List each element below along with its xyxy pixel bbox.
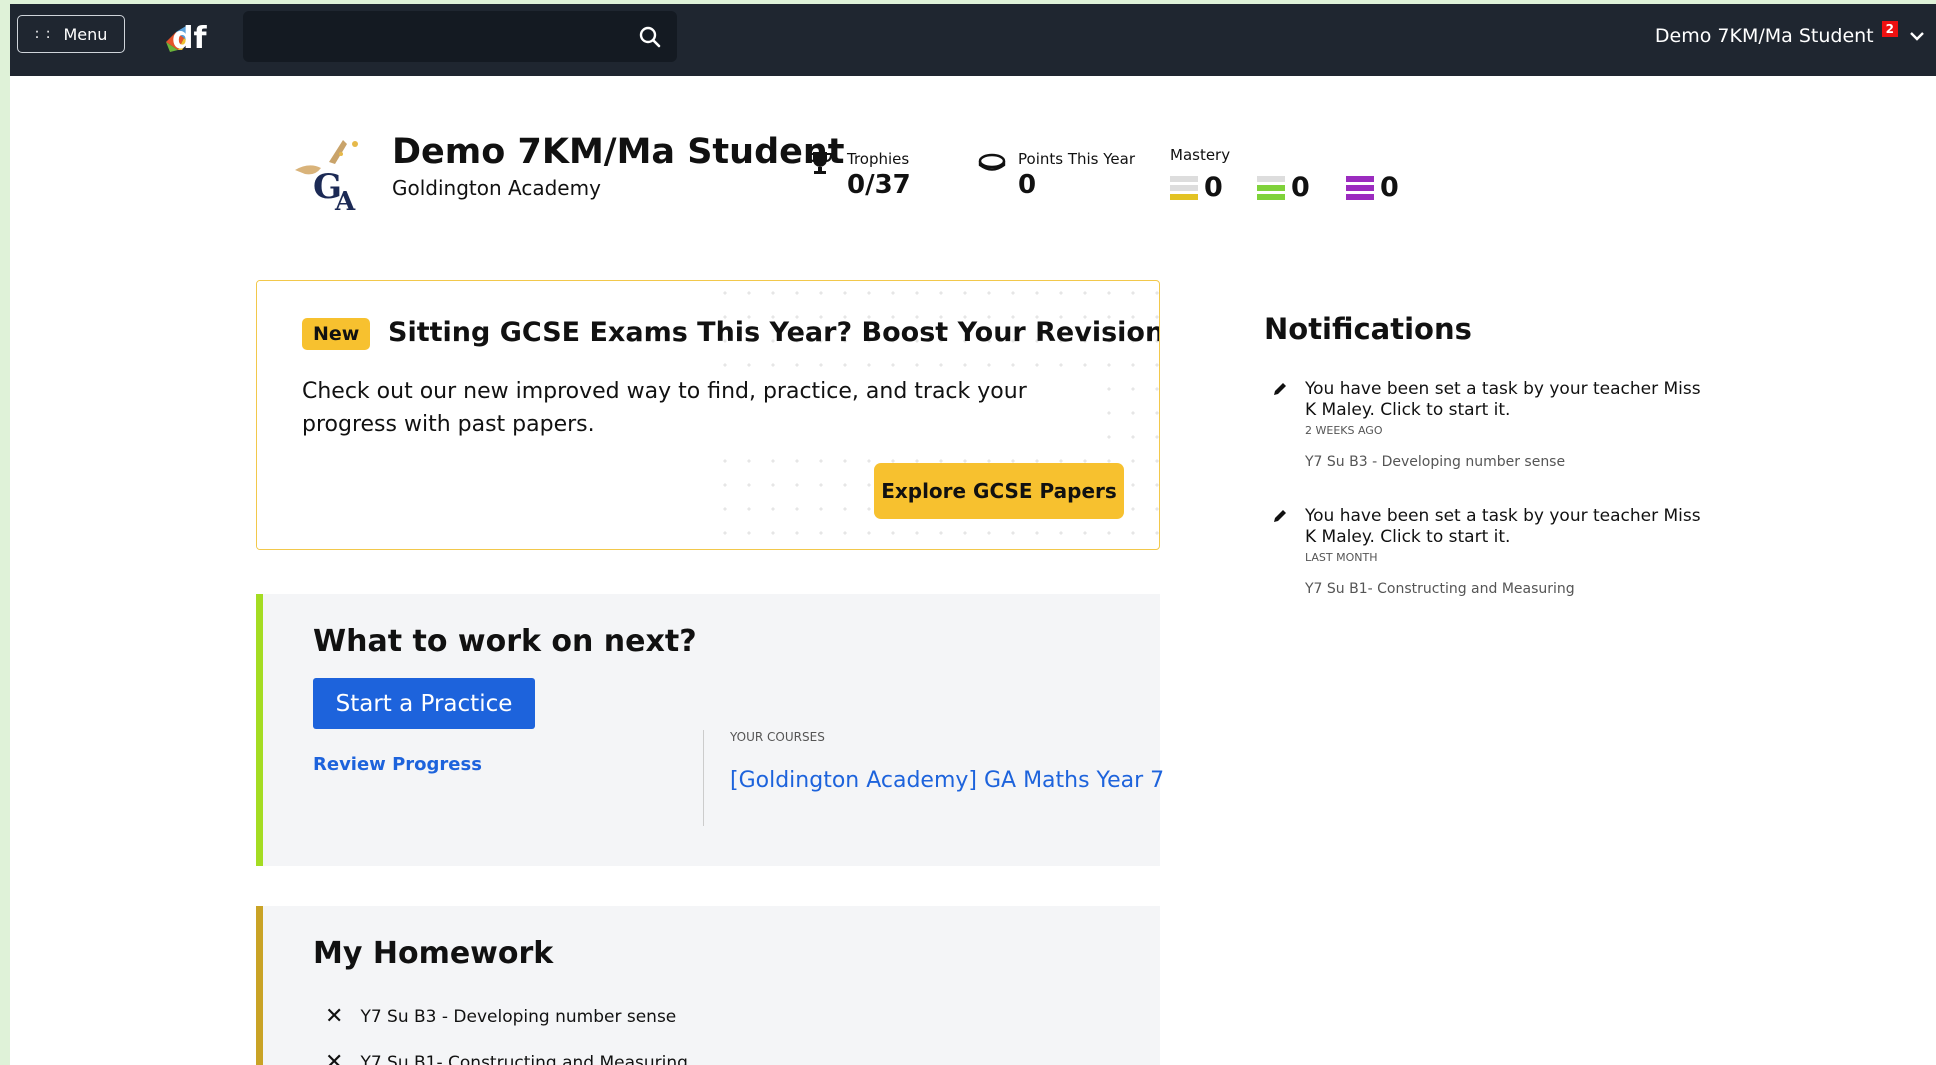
- svg-text:A: A: [334, 187, 356, 217]
- mastery-level-2: 0: [1257, 172, 1310, 203]
- new-badge: New: [302, 318, 371, 350]
- df-logo[interactable]: df: [162, 16, 214, 56]
- cross-icon: ✕: [325, 1004, 344, 1029]
- divider: [703, 730, 704, 826]
- trophies-label: Trophies: [847, 150, 910, 168]
- homework-card: My Homework ✕ Y7 Su B3 - Developing numb…: [256, 906, 1160, 1065]
- notification-task[interactable]: Y7 Su B3 - Developing number sense: [1305, 454, 1565, 470]
- course-link[interactable]: [Goldington Academy] GA Maths Year 7: [730, 768, 1164, 793]
- points-label: Points This Year: [1018, 150, 1136, 168]
- notification-text[interactable]: You have been set a task by your teacher…: [1305, 506, 1715, 548]
- gcse-promo-card: New Sitting GCSE Exams This Year? Boost …: [256, 280, 1160, 550]
- mastery-level-3: 0: [1346, 172, 1399, 203]
- mastery-level-1-value: 0: [1204, 172, 1223, 203]
- mastery-bar-icon: [1170, 175, 1198, 200]
- notification-text[interactable]: You have been set a task by your teacher…: [1305, 379, 1715, 421]
- promo-title: Sitting GCSE Exams This Year? Boost Your…: [388, 317, 1160, 348]
- your-courses-label: YOUR COURSES: [730, 730, 825, 744]
- svg-text:df: df: [172, 21, 207, 56]
- menu-dots-icon: : :: [34, 26, 52, 42]
- promo-text: Check out our new improved way to find, …: [302, 375, 1102, 441]
- search-icon[interactable]: [639, 26, 661, 48]
- points-value: 0: [1018, 170, 1037, 200]
- mastery-bar-icon: [1346, 175, 1374, 200]
- coin-icon: [978, 153, 1006, 171]
- student-name: Demo 7KM/Ma Student: [392, 132, 845, 172]
- app-window: : : Menu df Demo 7KM/Ma Student 2 G A De…: [10, 4, 1936, 1065]
- homework-title: My Homework: [313, 936, 554, 971]
- search-bar[interactable]: [243, 11, 677, 62]
- menu-label: Menu: [63, 24, 108, 44]
- notification-time: LAST MONTH: [1305, 551, 1378, 564]
- explore-gcse-papers-button[interactable]: Explore GCSE Papers: [874, 463, 1124, 519]
- mastery-label: Mastery: [1170, 146, 1231, 164]
- menu-button[interactable]: : : Menu: [17, 15, 125, 53]
- pencil-icon: [1274, 383, 1286, 395]
- start-practice-button[interactable]: Start a Practice: [313, 678, 535, 729]
- school-name: Goldington Academy: [392, 176, 601, 200]
- mastery-level-3-value: 0: [1380, 172, 1399, 203]
- user-name: Demo 7KM/Ma Student: [1654, 25, 1874, 47]
- work-next-card: What to work on next? Start a Practice R…: [256, 594, 1164, 866]
- cross-icon: ✕: [325, 1050, 344, 1065]
- homework-item[interactable]: ✕ Y7 Su B1- Constructing and Measuring: [325, 1050, 688, 1065]
- notification-task[interactable]: Y7 Su B1- Constructing and Measuring: [1305, 581, 1575, 597]
- pencil-icon: [1274, 510, 1286, 522]
- review-progress-link[interactable]: Review Progress: [313, 754, 482, 775]
- notifications-title: Notifications: [1264, 312, 1472, 346]
- mastery-level-2-value: 0: [1291, 172, 1310, 203]
- notification-time: 2 WEEKS AGO: [1305, 424, 1383, 437]
- homework-item[interactable]: ✕ Y7 Su B3 - Developing number sense: [325, 1004, 676, 1029]
- user-menu[interactable]: Demo 7KM/Ma Student 2: [1655, 16, 1924, 56]
- chevron-down-icon: [1910, 32, 1924, 41]
- top-bar: : : Menu df Demo 7KM/Ma Student 2: [10, 4, 1936, 76]
- homework-item-label: Y7 Su B3 - Developing number sense: [360, 1006, 677, 1027]
- mastery-bar-icon: [1257, 175, 1285, 200]
- mastery-level-1: 0: [1170, 172, 1223, 203]
- trophies-value: 0/37: [847, 170, 911, 200]
- work-next-title: What to work on next?: [313, 624, 697, 659]
- homework-item-label: Y7 Su B1- Constructing and Measuring: [360, 1052, 688, 1065]
- notification-badge: 2: [1881, 21, 1898, 37]
- school-logo: G A: [295, 140, 358, 217]
- trophy-icon: [807, 152, 833, 174]
